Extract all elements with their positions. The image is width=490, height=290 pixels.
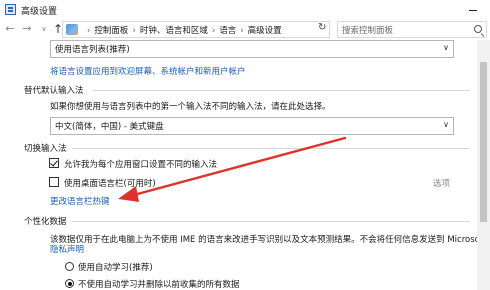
chevron-down-icon: ∨ — [443, 120, 449, 129]
search-input[interactable]: 搜索控制面板 — [337, 21, 487, 38]
display-language-value: 使用语言列表(推荐) — [55, 45, 130, 55]
breadcrumb-item-language[interactable]: 语言 — [219, 26, 236, 36]
vertical-scrollbar[interactable] — [477, 40, 490, 290]
window-title: 高级设置 — [21, 7, 58, 17]
personalization-description: 该数据仅用于在此电脑上为不使用 IME 的语言来改进手写识别以及文本预测结果。不… — [50, 235, 490, 245]
input-method-dropdown[interactable]: 中文(简体，中国) - 美式键盘 ∨ — [50, 117, 454, 135]
language-bar-options-link[interactable]: 选项 — [433, 177, 450, 189]
refresh-icon[interactable]: ↻ — [318, 22, 326, 33]
no-auto-learn-label: 不使用自动学习并删除以前收集的所有数据 — [78, 280, 240, 290]
desktop-language-bar-label: 使用桌面语言栏(可用时) — [64, 179, 156, 189]
breadcrumb: › 控制面板 › 时钟、语言和区域 › 语言 › 高级设置 — [83, 24, 282, 36]
input-method-value: 中文(简体，中国) - 美式键盘 — [55, 122, 164, 132]
scrollbar-thumb[interactable] — [480, 62, 487, 222]
breadcrumb-separator: › — [211, 26, 216, 36]
change-language-bar-hotkeys-link[interactable]: 更改语言栏热键 — [50, 195, 110, 207]
personalization-heading: 个性化数据 — [24, 217, 67, 227]
desktop-language-bar-checkbox[interactable] — [49, 177, 59, 187]
breadcrumb-separator: › — [240, 26, 244, 36]
chevron-down-icon: ∨ — [443, 43, 449, 52]
breadcrumb-item-clock-language-region[interactable]: 时钟、语言和区域 — [140, 26, 208, 36]
auto-learn-label: 使用自动学习(推荐) — [78, 263, 153, 273]
section-divider — [92, 90, 470, 91]
auto-learn-radio[interactable] — [65, 262, 74, 271]
input-method-override-heading: 替代默认输入法 — [24, 86, 84, 96]
per-app-input-label: 允许我为每个应用窗口设置不同的输入法 — [64, 160, 218, 170]
privacy-statement-link[interactable]: 隐私声明 — [50, 243, 84, 255]
control-panel-icon — [66, 24, 78, 35]
per-app-input-checkbox[interactable] — [49, 158, 59, 168]
apply-language-settings-link[interactable]: 将语言设置应用到欢迎屏幕、系统帐户和新用户帐户 — [50, 65, 246, 77]
search-icon[interactable] — [474, 25, 482, 33]
search-placeholder: 搜索控制面板 — [342, 26, 394, 36]
back-arrow-icon[interactable]: ← — [3, 21, 17, 37]
breadcrumb-item-control-panel[interactable]: 控制面板 — [94, 26, 128, 36]
address-bar[interactable]: › 控制面板 › 时钟、语言和区域 › 语言 › 高级设置 — [62, 21, 330, 38]
switch-input-heading: 切换输入法 — [24, 144, 67, 154]
breadcrumb-separator: › — [132, 26, 136, 36]
title-bar: 高级设置 — [0, 0, 490, 19]
breadcrumb-item-advanced-settings[interactable]: 高级设置 — [248, 26, 282, 36]
forward-arrow-icon[interactable]: → — [20, 21, 34, 37]
section-divider — [72, 148, 470, 149]
control-panel-app-icon — [5, 4, 16, 15]
no-auto-learn-radio[interactable] — [65, 279, 74, 288]
section-divider — [72, 221, 470, 222]
recent-locations-chevron-icon[interactable]: ∨ — [37, 21, 51, 37]
breadcrumb-separator: › — [87, 26, 91, 36]
minimize-button[interactable] — [461, 2, 485, 17]
input-method-override-description: 如果你想使用与语言列表中的第一个输入法不同的输入法，请在此处选择。 — [50, 102, 331, 112]
navigation-bar: ← → ∨ ↑ › 控制面板 › 时钟、语言和区域 › 语言 › 高级设置 ↻ 搜索控制面板 — [0, 19, 490, 40]
display-language-dropdown[interactable]: 使用语言列表(推荐) ∨ — [50, 40, 454, 58]
